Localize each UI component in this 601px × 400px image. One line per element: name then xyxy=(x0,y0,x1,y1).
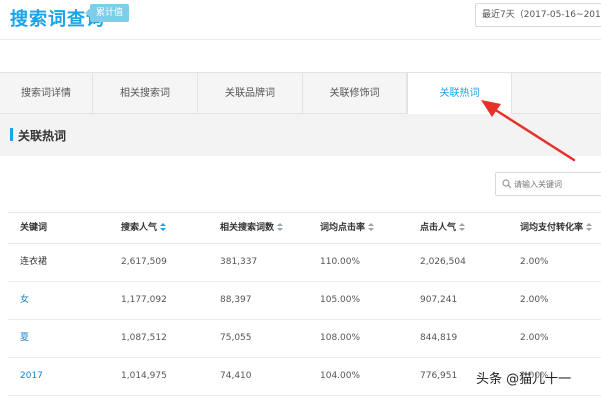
tab-related-search-terms[interactable]: 相关搜索词 xyxy=(93,73,198,114)
table-row: 夏 1,087,512 75,055 108.00% 844,819 2.00% xyxy=(8,320,601,358)
avg-conversion-cell: 2.00% xyxy=(520,333,549,343)
sort-icon[interactable] xyxy=(368,223,375,232)
click-popularity-cell: 844,819 xyxy=(420,333,458,343)
search-popularity-cell: 1,177,092 xyxy=(121,295,167,305)
related-terms-cell: 381,337 xyxy=(220,257,258,267)
tab-related-hot-terms[interactable]: 关联热词 xyxy=(407,73,512,116)
tab-related-modifier-terms[interactable]: 关联修饰词 xyxy=(303,73,407,114)
section-title: 关联热词 xyxy=(18,129,67,143)
table-row: 女 1,177,092 88,397 105.00% 907,241 2.00% xyxy=(8,282,601,320)
click-popularity-cell: 907,241 xyxy=(420,295,458,305)
column-label: 点击人气 xyxy=(420,223,457,233)
column-header-keyword: 关键词 xyxy=(20,213,47,244)
search-icon xyxy=(502,179,512,189)
search-input[interactable] xyxy=(514,175,601,193)
column-header-related-terms[interactable]: 相关搜索词数 xyxy=(220,213,284,244)
related-terms-cell: 88,397 xyxy=(220,295,252,305)
column-label: 搜索人气 xyxy=(121,223,158,233)
keyword-cell[interactable]: 夏 xyxy=(20,320,29,357)
tab-search-term-details[interactable]: 搜索词详情 xyxy=(0,73,93,114)
sort-icon[interactable] xyxy=(459,223,466,232)
avg-ctr-cell: 108.00% xyxy=(320,333,361,343)
avg-ctr-cell: 105.00% xyxy=(320,295,361,305)
sort-icon[interactable] xyxy=(160,223,167,232)
keyword-cell[interactable]: 2017 xyxy=(20,358,43,395)
keyword-cell[interactable]: 连衣裙 xyxy=(20,244,47,281)
search-popularity-cell: 1,014,975 xyxy=(121,371,167,381)
related-terms-cell: 74,410 xyxy=(220,371,252,381)
table-row: 连衣裙 2,617,509 381,337 110.00% 2,026,504 … xyxy=(8,244,601,282)
keyword-cell[interactable]: 女 xyxy=(20,282,29,319)
column-label: 相关搜索词数 xyxy=(220,223,275,233)
section-header: 关联热词 xyxy=(0,114,601,156)
click-popularity-cell: 776,951 xyxy=(420,371,458,381)
watermark-text: 头条 @猫儿十一 xyxy=(476,372,572,387)
column-label: 词均支付转化率 xyxy=(520,223,584,233)
column-header-avg-conversion[interactable]: 词均支付转化率 xyxy=(520,213,593,244)
keyword-search-box[interactable] xyxy=(495,172,601,196)
column-header-click-popularity[interactable]: 点击人气 xyxy=(420,213,466,244)
avg-conversion-cell: 2.00% xyxy=(520,257,549,267)
avg-ctr-cell: 104.00% xyxy=(320,371,361,381)
search-popularity-cell: 1,087,512 xyxy=(121,333,167,343)
section-accent-bar xyxy=(10,128,13,141)
related-terms-cell: 75,055 xyxy=(220,333,252,343)
column-header-avg-ctr[interactable]: 词均点击率 xyxy=(320,213,375,244)
cumulative-badge: 累计值 xyxy=(84,4,130,22)
avg-ctr-cell: 110.00% xyxy=(320,257,361,267)
column-header-search-popularity[interactable]: 搜索人气 xyxy=(121,213,167,244)
page-header: 搜索词查询 累计值 最近7天（2017-05-16~2017-05-22） xyxy=(0,0,601,40)
sort-icon[interactable] xyxy=(277,223,284,232)
table-header: 关键词 搜索人气 相关搜索词数 词均点击率 点击人气 词均支付转化率 xyxy=(8,212,601,244)
column-label: 词均点击率 xyxy=(320,223,366,233)
tab-related-brand-terms[interactable]: 关联品牌词 xyxy=(198,73,303,114)
search-popularity-cell: 2,617,509 xyxy=(121,257,167,267)
column-label: 关键词 xyxy=(20,223,48,233)
avg-conversion-cell: 2.00% xyxy=(520,295,549,305)
click-popularity-cell: 2,026,504 xyxy=(420,257,466,267)
date-range-select[interactable]: 最近7天（2017-05-16~2017-05-22） xyxy=(475,3,601,27)
tab-bar: 搜索词详情 相关搜索词 关联品牌词 关联修饰词 关联热词 xyxy=(0,72,601,116)
sort-icon[interactable] xyxy=(586,223,593,232)
